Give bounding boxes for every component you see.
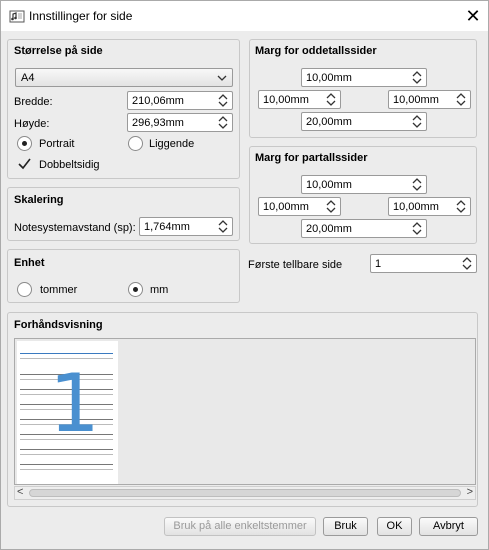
close-button[interactable]: ✕ [461, 4, 485, 28]
mm-radio[interactable] [128, 282, 143, 297]
spin-arrows-icon[interactable] [455, 198, 467, 215]
cancel-button[interactable]: Avbryt [419, 517, 478, 536]
chevron-down-icon [217, 75, 227, 81]
spin-arrows-icon[interactable] [217, 218, 229, 235]
paper-size-value: A4 [21, 72, 35, 84]
even-top-value: 10,00mm [306, 179, 352, 191]
landscape-label[interactable]: Liggende [149, 138, 194, 150]
height-value: 296,93mm [132, 117, 184, 129]
width-spinbox[interactable]: 210,06mm [127, 91, 233, 110]
musescore-app-icon [9, 10, 25, 23]
even-right-margin[interactable]: 10,00mm [388, 197, 471, 216]
even-bottom-value: 20,00mm [306, 223, 352, 235]
even-margins-group: Marg for partallssider 10,00mm 10,00mm 1… [249, 146, 477, 244]
even-bottom-margin[interactable]: 20,00mm [301, 219, 427, 238]
inch-radio[interactable] [17, 282, 32, 297]
scaling-group: Skalering Notesystemavstand (sp): 1,764m… [7, 187, 240, 241]
unit-group: Enhet tommer mm [7, 249, 240, 303]
spin-arrows-icon[interactable] [217, 114, 229, 131]
odd-bottom-margin[interactable]: 20,00mm [301, 112, 427, 131]
apply-button[interactable]: Bruk [323, 517, 368, 536]
checkmark-icon [18, 158, 31, 170]
height-label: Høyde: [14, 118, 50, 130]
staff-distance-label: Notesystemavstand (sp): [14, 222, 136, 234]
unit-group-title: Enhet [14, 257, 45, 269]
height-spinbox[interactable]: 296,93mm [127, 113, 233, 132]
twosided-label[interactable]: Dobbeltsidig [39, 159, 100, 171]
twosided-checkbox[interactable] [17, 156, 32, 171]
scrollbar-thumb[interactable] [29, 489, 461, 497]
spin-arrows-icon[interactable] [461, 255, 473, 272]
first-page-value: 1 [375, 258, 382, 270]
spin-arrows-icon[interactable] [325, 198, 337, 215]
preview-horizontal-scrollbar[interactable]: < > [14, 486, 476, 500]
ok-button[interactable]: OK [377, 517, 412, 536]
width-value: 210,06mm [132, 95, 184, 107]
even-left-margin[interactable]: 10,00mm [258, 197, 341, 216]
odd-margins-group: Marg for oddetallssider 10,00mm 10,00mm … [249, 39, 477, 138]
spin-arrows-icon[interactable] [217, 92, 229, 109]
staff-distance-spinbox[interactable]: 1,764mm [139, 217, 233, 236]
first-page-label: Første tellbare side [248, 259, 343, 271]
odd-bottom-value: 20,00mm [306, 116, 352, 128]
title-bar: Innstillinger for side ✕ [1, 1, 488, 31]
width-label: Bredde: [14, 96, 53, 108]
scaling-group-title: Skalering [14, 194, 64, 206]
paper-size-combo[interactable]: A4 [15, 68, 233, 87]
staff-distance-value: 1,764mm [144, 221, 190, 233]
page-size-group-title: Størrelse på side [14, 45, 103, 57]
odd-top-margin[interactable]: 10,00mm [301, 68, 427, 87]
spin-arrows-icon[interactable] [411, 69, 423, 86]
window-title: Innstillinger for side [29, 9, 133, 23]
inch-label[interactable]: tommer [40, 284, 77, 296]
odd-left-value: 10,00mm [263, 94, 309, 106]
first-page-spinbox[interactable]: 1 [370, 254, 477, 273]
preview-staff [20, 464, 113, 470]
odd-top-value: 10,00mm [306, 72, 352, 84]
close-icon: ✕ [465, 6, 481, 26]
mm-label[interactable]: mm [150, 284, 168, 296]
spin-arrows-icon[interactable] [325, 91, 337, 108]
portrait-label[interactable]: Portrait [39, 138, 74, 150]
page-settings-dialog: Innstillinger for side ✕ Størrelse på si… [0, 0, 489, 550]
scroll-right-icon[interactable]: > [467, 486, 473, 498]
preview-title: Forhåndsvisning [14, 319, 103, 331]
spin-arrows-icon[interactable] [411, 113, 423, 130]
landscape-radio[interactable] [128, 136, 143, 151]
portrait-radio[interactable] [17, 136, 32, 151]
apply-all-parts-button[interactable]: Bruk på alle enkeltstemmer [164, 517, 316, 536]
odd-right-value: 10,00mm [393, 94, 439, 106]
preview-page-number: 1 [49, 357, 100, 450]
even-right-value: 10,00mm [393, 201, 439, 213]
spin-arrows-icon[interactable] [411, 220, 423, 237]
odd-right-margin[interactable]: 10,00mm [388, 90, 471, 109]
even-left-value: 10,00mm [263, 201, 309, 213]
spin-arrows-icon[interactable] [411, 176, 423, 193]
even-top-margin[interactable]: 10,00mm [301, 175, 427, 194]
preview-page: 1 [17, 341, 118, 484]
scroll-left-icon[interactable]: < [17, 486, 23, 498]
preview-area: 1 [14, 338, 476, 485]
even-margins-title: Marg for partallssider [255, 152, 368, 164]
spin-arrows-icon[interactable] [455, 91, 467, 108]
odd-margins-title: Marg for oddetallssider [255, 45, 377, 57]
page-size-group: Størrelse på side A4 Bredde: 210,06mm Hø… [7, 39, 240, 179]
odd-left-margin[interactable]: 10,00mm [258, 90, 341, 109]
